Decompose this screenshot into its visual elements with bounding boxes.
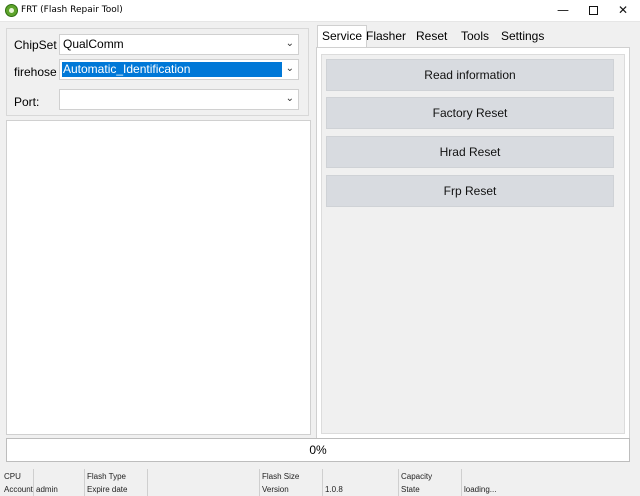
maximize-button[interactable] [578, 0, 608, 22]
log-output[interactable] [6, 120, 311, 435]
chipset-value: QualComm [63, 37, 124, 51]
flash-type-label: Flash Type [87, 472, 126, 481]
state-value: loading... [464, 485, 497, 494]
expire-date-label: Expire date [87, 485, 128, 494]
connection-panel: ChipSet QualComm ⌄ firehose Automatic_Id… [6, 28, 309, 116]
factory-reset-button[interactable]: Factory Reset [326, 97, 614, 129]
hard-reset-button[interactable]: Hrad Reset [326, 136, 614, 168]
status-divider [147, 469, 148, 496]
status-divider [461, 469, 462, 496]
account-label: Account [4, 485, 33, 494]
firehose-value: Automatic_Identification [62, 62, 282, 77]
window-title: FRT (Flash Repair Tool) [21, 5, 123, 15]
chevron-down-icon: ⌄ [285, 93, 294, 104]
progress-bar: 0% [6, 438, 630, 462]
version-label: Version [262, 485, 289, 494]
read-information-button[interactable]: Read information [326, 59, 614, 91]
state-label: State [401, 485, 420, 494]
app-logo-icon [5, 4, 18, 17]
status-divider [33, 469, 34, 496]
flash-size-label: Flash Size [262, 472, 300, 481]
port-label: Port: [14, 95, 40, 109]
firehose-label: firehose [14, 65, 57, 79]
frp-reset-button[interactable]: Frp Reset [326, 175, 614, 207]
capacity-label: Capacity [401, 472, 433, 481]
chipset-select[interactable]: QualComm ⌄ [59, 34, 299, 55]
minimize-button[interactable]: — [548, 0, 578, 22]
tab-reset[interactable]: Reset [412, 27, 451, 47]
chevron-down-icon: ⌄ [285, 63, 294, 74]
cpu-label: CPU [4, 472, 21, 481]
status-bar: CPU Account admin Flash Type Expire date… [0, 469, 640, 496]
close-button[interactable]: ✕ [608, 0, 638, 22]
tab-flasher[interactable]: Flasher [362, 27, 410, 47]
tab-settings[interactable]: Settings [497, 27, 548, 47]
service-button-group: Read information Factory Reset Hrad Rese… [321, 54, 625, 434]
service-tab-content: Read information Factory Reset Hrad Rese… [316, 47, 630, 443]
chipset-label: ChipSet [14, 38, 57, 52]
tab-bar: Service Flasher Reset Tools Settings [314, 25, 632, 47]
chevron-down-icon: ⌄ [285, 38, 294, 49]
status-divider [398, 469, 399, 496]
progress-text: 0% [309, 443, 327, 457]
tab-panel: Service Flasher Reset Tools Settings Rea… [314, 25, 632, 443]
maximize-icon [588, 6, 598, 15]
port-select[interactable]: ⌄ [59, 89, 299, 110]
tab-service[interactable]: Service [317, 25, 368, 47]
account-value: admin [36, 485, 58, 494]
status-divider [84, 469, 85, 496]
status-divider [322, 469, 323, 496]
title-bar: FRT (Flash Repair Tool) — ✕ [0, 0, 640, 22]
status-divider [259, 469, 260, 496]
port-value [62, 92, 63, 107]
tab-tools[interactable]: Tools [457, 27, 493, 47]
firehose-select[interactable]: Automatic_Identification ⌄ [59, 59, 299, 80]
version-value: 1.0.8 [325, 485, 343, 494]
